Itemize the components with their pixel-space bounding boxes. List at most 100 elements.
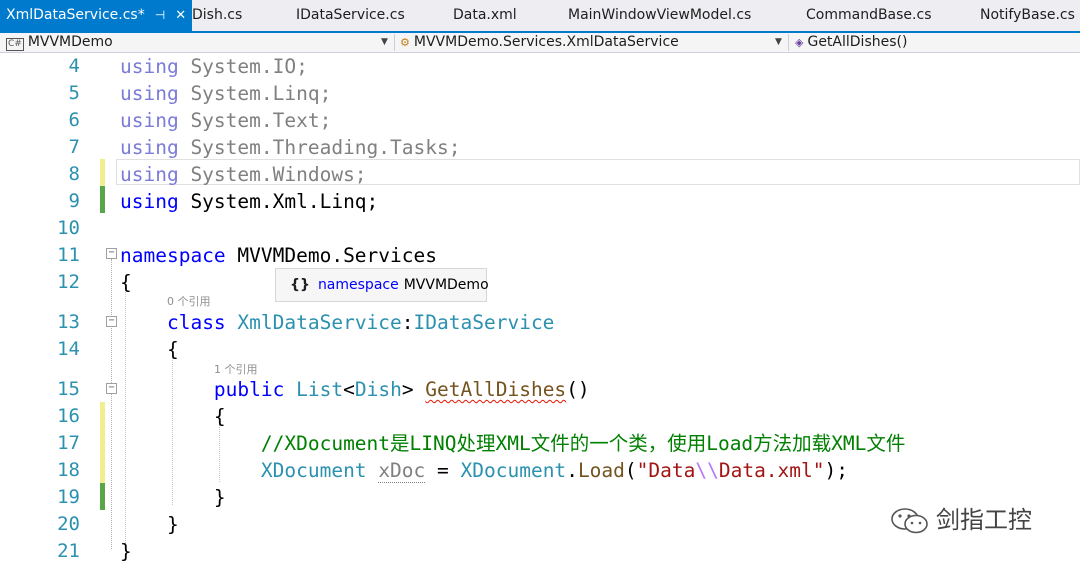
code-text: using System.Text;	[120, 107, 331, 134]
code-editor[interactable]: − − − 0 个引用 1 个引用 4 using System.IO; 5 usin…	[0, 53, 1080, 563]
code-token: }	[120, 513, 179, 536]
code-text: }	[120, 484, 226, 511]
code-token: XDocument	[260, 459, 367, 482]
code-line[interactable]: 4 using System.IO;	[0, 53, 1080, 80]
code-token: :	[401, 311, 414, 334]
line-number: 19	[57, 486, 80, 508]
code-token: xDoc	[378, 459, 426, 483]
code-line[interactable]: 9 using System.Xml.Linq;	[0, 188, 1080, 215]
code-token: XDocument	[460, 459, 567, 482]
code-token: XmlDataService	[237, 311, 402, 334]
code-token: Load	[577, 459, 625, 482]
code-token: Data.xml"	[718, 459, 825, 482]
line-number: 4	[68, 55, 80, 77]
line-number: 18	[57, 459, 80, 481]
code-token: }	[120, 486, 226, 509]
code-token: =	[425, 459, 461, 482]
code-text: {	[120, 269, 132, 296]
line-number: 17	[57, 432, 80, 454]
method-references-codelens[interactable]: 1 个引用	[214, 361, 258, 377]
code-token: IDataService	[413, 311, 555, 334]
code-token: using	[120, 190, 179, 213]
tab-idataservice[interactable]: IDataService.cs	[296, 0, 405, 31]
code-line[interactable]: 5 using System.Linq;	[0, 80, 1080, 107]
line-number: 14	[57, 338, 80, 360]
code-line[interactable]: 14 {	[0, 336, 1080, 363]
code-token: System.Windows;	[178, 163, 367, 186]
line-number: 7	[68, 136, 80, 158]
pin-icon[interactable]: ⊣	[155, 8, 165, 22]
tab-xmldataservice[interactable]: XmlDataService.cs* ⊣ ✕	[0, 0, 193, 31]
line-number: 6	[68, 109, 80, 131]
class-dropdown[interactable]: ⚙ MVVMDemo.Services.XmlDataService	[400, 33, 679, 52]
code-token: System.Xml.Linq;	[178, 190, 379, 213]
code-token: Dish	[354, 378, 402, 401]
code-text: namespace MVVMDemo.Services	[120, 242, 437, 269]
line-number: 12	[57, 271, 80, 293]
divider	[788, 34, 789, 51]
line-number: 16	[57, 405, 80, 427]
code-text: {	[120, 403, 226, 430]
project-dropdown[interactable]: C# MVVMDemo	[6, 33, 113, 52]
code-text: XDocument xDoc = XDocument.Load("Data\\D…	[120, 457, 848, 484]
line-number: 11	[57, 244, 80, 266]
code-token: );	[824, 459, 848, 482]
code-token: .	[566, 459, 578, 482]
divider	[394, 34, 395, 51]
method-icon: ◈	[795, 36, 804, 49]
code-token: System.Threading.Tasks;	[178, 136, 461, 159]
tab-dish[interactable]: Dish.cs	[192, 0, 242, 31]
code-token: using	[120, 136, 179, 159]
tab-label: IDataService.cs	[296, 7, 405, 23]
wechat-icon	[891, 508, 928, 534]
chevron-down-icon[interactable]: ▼	[381, 33, 388, 52]
close-icon[interactable]: ✕	[175, 8, 186, 23]
code-line[interactable]: 12 {	[0, 269, 1080, 296]
code-text: public List<Dish> GetAllDishes()	[120, 376, 590, 403]
code-line[interactable]: 11 namespace MVVMDemo.Services	[0, 242, 1080, 269]
tab-label: NotifyBase.cs	[980, 7, 1075, 23]
line-number: 21	[57, 540, 80, 562]
line-number: 5	[68, 82, 80, 104]
tab-mainwindowviewmodel[interactable]: MainWindowViewModel.cs	[568, 0, 751, 31]
namespace-tooltip: {} namespace MVVMDemo	[275, 268, 489, 302]
member-dropdown[interactable]: ◈ GetAllDishes()	[795, 33, 907, 52]
tab-notifybase[interactable]: NotifyBase.cs	[980, 0, 1075, 31]
code-line[interactable]: 15 public List<Dish> GetAllDishes()	[0, 376, 1080, 403]
class-label: MVVMDemo.Services.XmlDataService	[413, 34, 679, 50]
code-token: {	[120, 271, 132, 294]
code-token: (	[624, 459, 637, 482]
tab-label: CommandBase.cs	[806, 7, 932, 23]
tab-data-xml[interactable]: Data.xml	[453, 0, 517, 31]
code-line[interactable]: 13 class XmlDataService:IDataService	[0, 309, 1080, 336]
watermark-text: 剑指工控	[936, 506, 1032, 534]
navigation-bar: C# MVVMDemo ▼ ⚙ MVVMDemo.Services.XmlDataS…	[0, 33, 1080, 53]
watermark: 剑指工控	[890, 500, 1032, 535]
code-line[interactable]: 6 using System.Text;	[0, 107, 1080, 134]
code-token: using	[120, 163, 179, 186]
tooltip-name: MVVMDemo	[403, 277, 489, 293]
line-number: 9	[68, 190, 80, 212]
code-line[interactable]: 16 {	[0, 403, 1080, 430]
member-label: GetAllDishes()	[807, 34, 908, 50]
code-line[interactable]: 8 using System.Windows;	[0, 161, 1080, 188]
code-line[interactable]: 21}	[0, 538, 1080, 565]
code-line[interactable]: 18 XDocument xDoc = XDocument.Load("Data…	[0, 457, 1080, 484]
line-number: 10	[57, 217, 80, 239]
code-text: }	[120, 538, 132, 565]
code-text: {	[120, 336, 179, 363]
code-line[interactable]: 7 using System.Threading.Tasks;	[0, 134, 1080, 161]
line-number: 15	[57, 378, 80, 400]
code-token: System.Linq;	[178, 82, 332, 105]
project-label: MVVMDemo	[27, 34, 113, 50]
tab-commandbase[interactable]: CommandBase.cs	[806, 0, 932, 31]
chevron-down-icon[interactable]: ▼	[775, 33, 782, 52]
namespace-icon: {}	[290, 277, 310, 293]
code-token: namespace	[120, 244, 226, 267]
code-token: public	[213, 378, 285, 401]
code-line[interactable]: 17 //XDocument是LINQ处理XML文件的一个类，使用Load方法加…	[0, 430, 1080, 457]
code-line[interactable]: 10	[0, 215, 1080, 242]
